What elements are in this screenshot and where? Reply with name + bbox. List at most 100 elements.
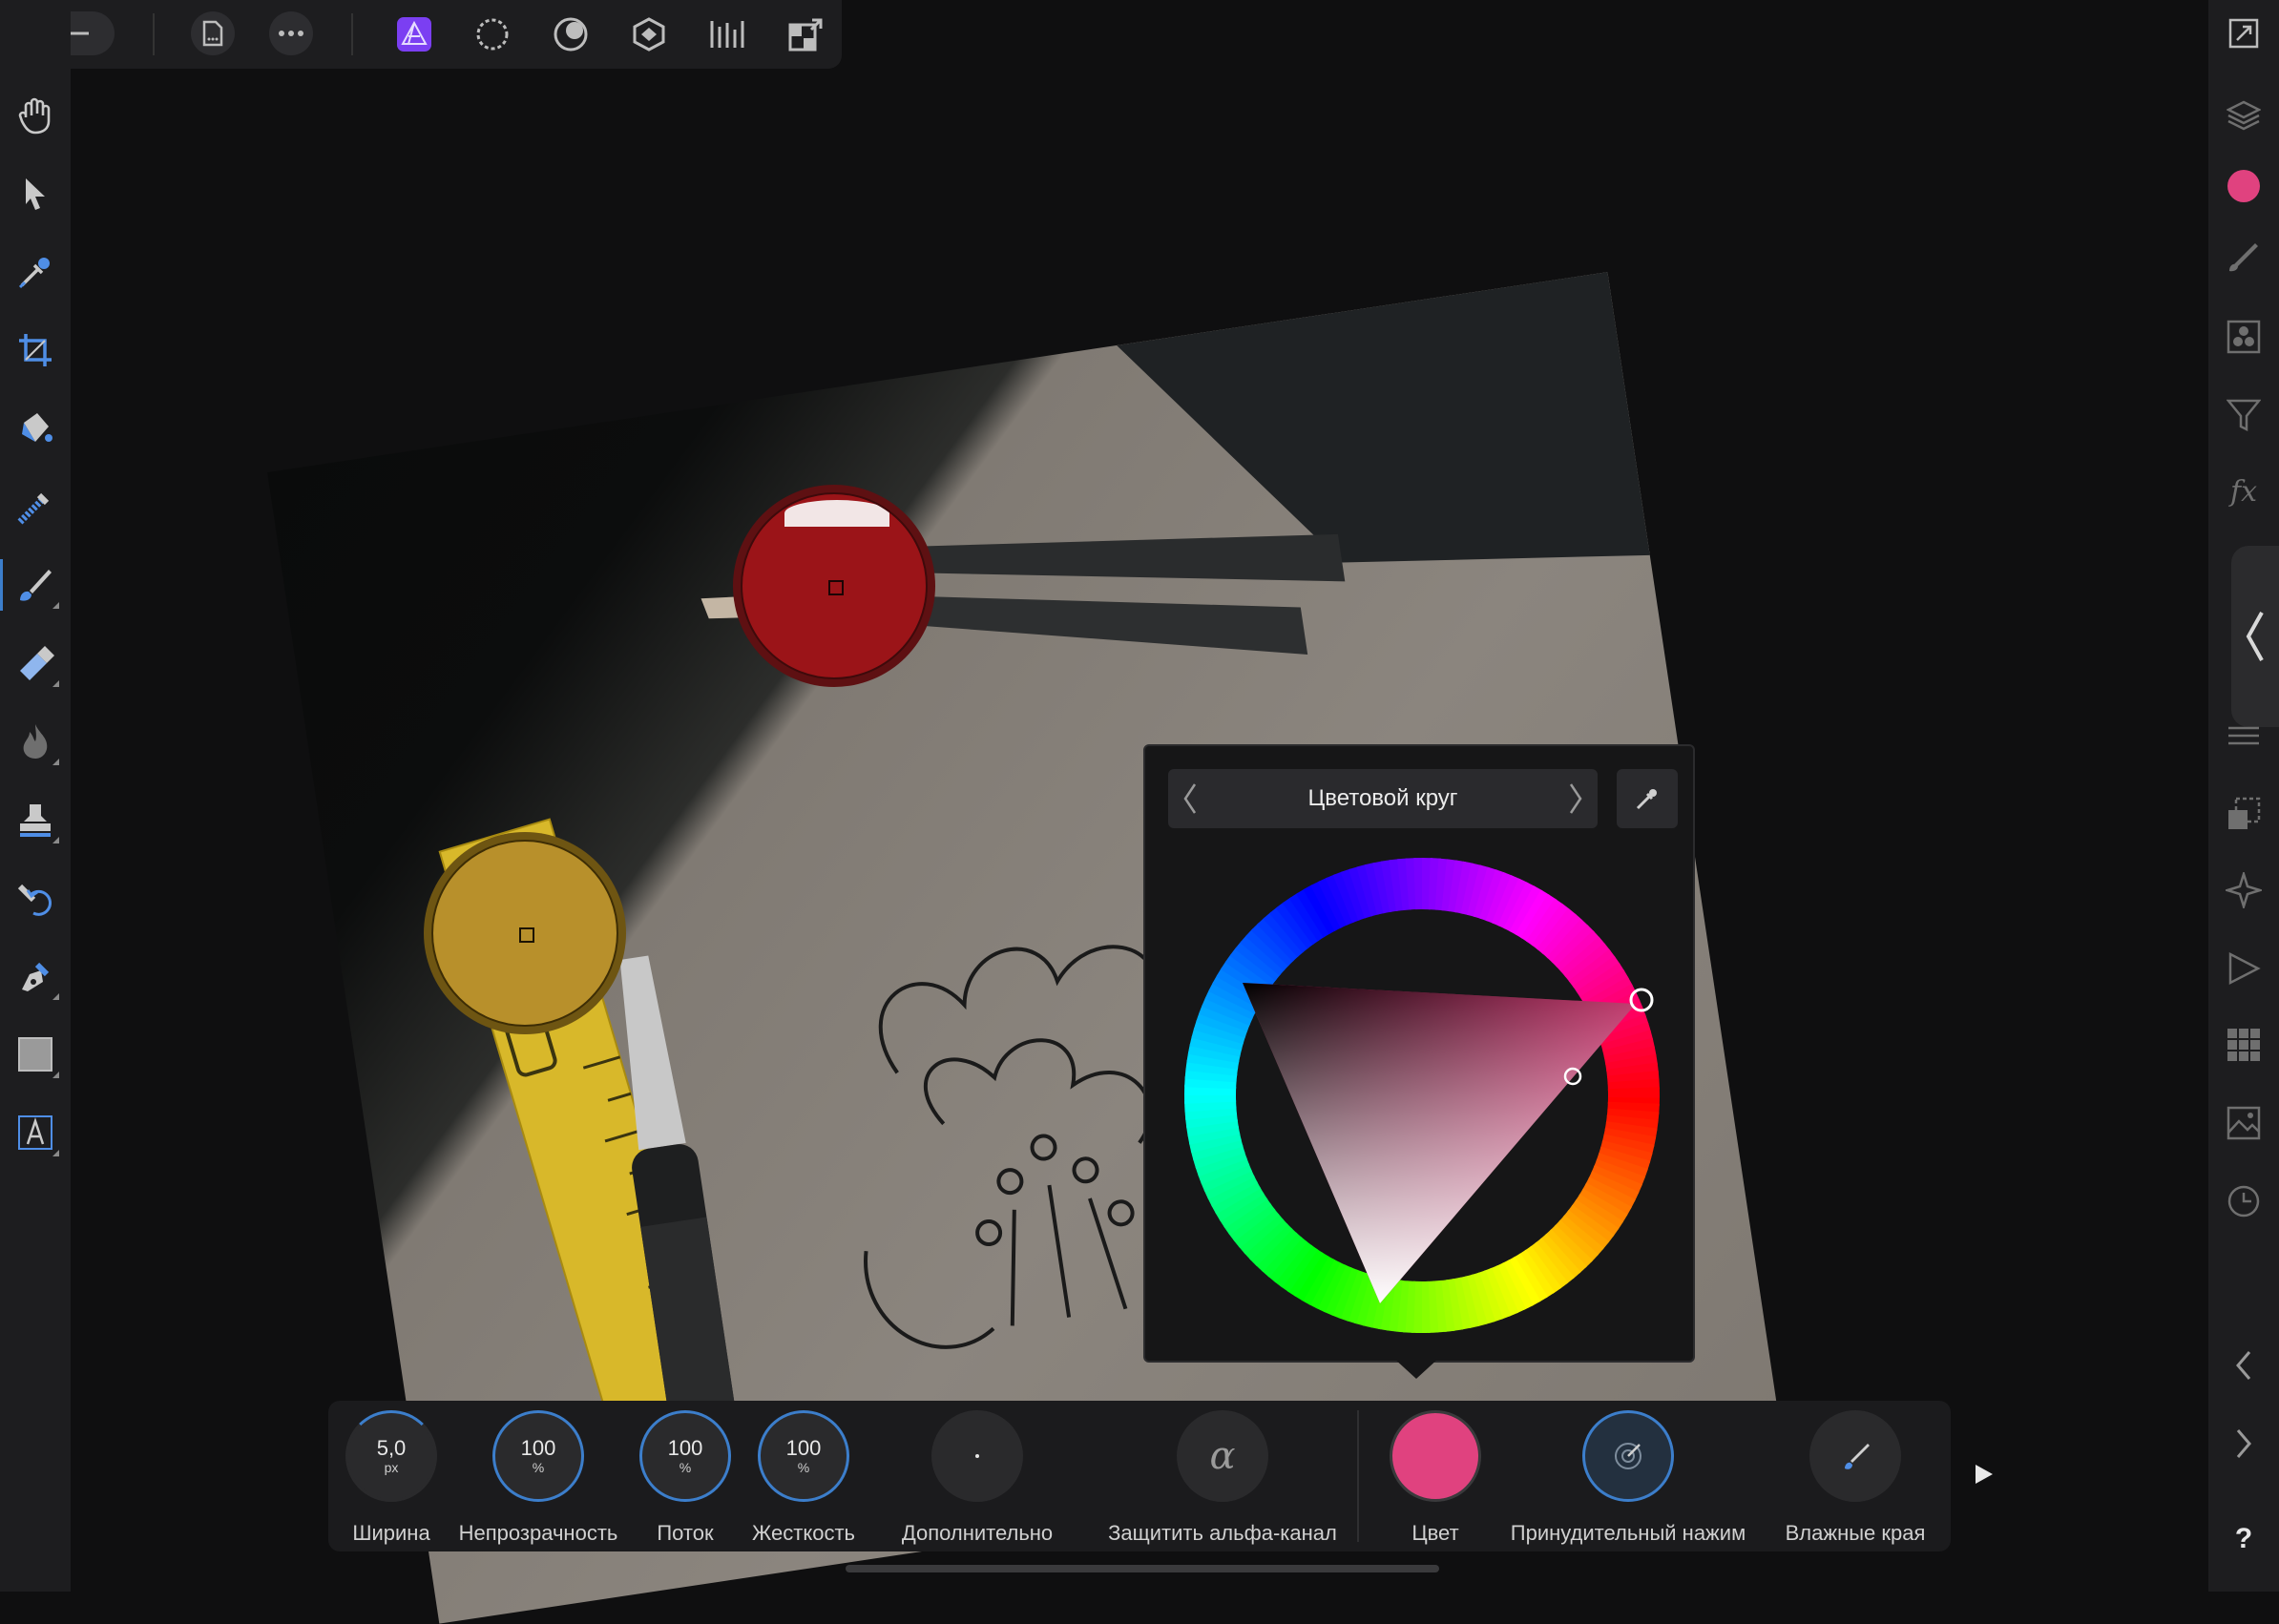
more-tools-indicator bbox=[52, 1072, 59, 1078]
opacity-value: 100 bbox=[520, 1436, 556, 1460]
document-button[interactable] bbox=[191, 11, 235, 55]
wet-edges-label: Влажные края bbox=[1785, 1521, 1926, 1545]
yellow-color-loupe[interactable] bbox=[424, 832, 626, 1034]
rectangle-icon bbox=[18, 1037, 52, 1072]
opacity-dial[interactable]: 100 % bbox=[492, 1410, 584, 1502]
develop-persona-icon bbox=[554, 17, 588, 52]
adjustments-studio-button[interactable] bbox=[2218, 389, 2269, 441]
hand-icon bbox=[18, 97, 51, 135]
fx-icon: fx bbox=[2229, 474, 2258, 509]
help-button[interactable]: ? bbox=[2218, 1513, 2269, 1565]
selection-brush-tool[interactable] bbox=[10, 481, 61, 532]
protect-alpha-toggle[interactable]: α bbox=[1177, 1410, 1268, 1502]
red-color-loupe[interactable] bbox=[733, 485, 935, 687]
top-toolbar bbox=[0, 0, 842, 69]
more-options-control[interactable]: Дополнительно bbox=[893, 1401, 1061, 1551]
force-pressure-toggle[interactable] bbox=[1582, 1410, 1674, 1502]
transform-button[interactable] bbox=[784, 13, 826, 55]
width-control[interactable]: 5,0 px Ширина bbox=[338, 1401, 445, 1551]
width-label: Ширина bbox=[352, 1521, 430, 1545]
transform-icon bbox=[788, 18, 823, 52]
swatches-studio-button[interactable] bbox=[2218, 1019, 2269, 1071]
width-dial[interactable]: 5,0 px bbox=[345, 1410, 437, 1502]
studio-collapse-tab[interactable] bbox=[2231, 546, 2279, 727]
more-button[interactable] bbox=[269, 11, 313, 55]
color-picker-tool[interactable] bbox=[10, 246, 61, 298]
previous-mode-button[interactable] bbox=[1176, 779, 1204, 819]
macros-studio-button[interactable] bbox=[2218, 943, 2269, 994]
crop-tool[interactable] bbox=[10, 324, 61, 376]
scroll-right-button[interactable] bbox=[2218, 1418, 2269, 1469]
current-color-dot bbox=[2227, 170, 2260, 202]
wet-edges-toggle[interactable] bbox=[1809, 1410, 1901, 1502]
active-tool-indicator bbox=[0, 559, 3, 611]
clone-tool[interactable] bbox=[10, 794, 61, 845]
more-tools-indicator bbox=[52, 837, 59, 843]
export-persona-button[interactable] bbox=[706, 13, 748, 55]
color-mode-selector[interactable]: Цветовой круг bbox=[1168, 769, 1598, 828]
color-control[interactable]: Цвет bbox=[1369, 1401, 1502, 1551]
pen-tool[interactable] bbox=[10, 950, 61, 1002]
photo-persona-button[interactable] bbox=[393, 13, 435, 55]
develop-persona-button[interactable] bbox=[550, 13, 592, 55]
view-tool[interactable] bbox=[10, 90, 61, 141]
scroll-left-button[interactable] bbox=[2218, 1340, 2269, 1391]
paintbrush-icon bbox=[20, 570, 52, 601]
flow-control[interactable]: 100 % Поток bbox=[636, 1401, 735, 1551]
flood-fill-tool[interactable] bbox=[10, 403, 61, 454]
more-options-button[interactable] bbox=[931, 1410, 1023, 1502]
layers-studio-button[interactable] bbox=[2218, 90, 2269, 141]
tools-panel bbox=[0, 0, 71, 1592]
wet-edges-control[interactable]: Влажные края bbox=[1769, 1401, 1941, 1551]
undo-brush-tool[interactable] bbox=[10, 872, 61, 924]
context-toolbar-expand-button[interactable] bbox=[1968, 1458, 2000, 1490]
play-icon bbox=[1976, 1465, 1993, 1484]
channels-studio-button[interactable] bbox=[2218, 311, 2269, 363]
flame-icon bbox=[23, 724, 48, 759]
opacity-control[interactable]: 100 % Непрозрачность bbox=[452, 1401, 624, 1551]
color-wheel[interactable] bbox=[1174, 847, 1670, 1343]
color-panel-popover: Цветовой круг bbox=[1143, 744, 1695, 1363]
liquify-persona-button[interactable] bbox=[471, 13, 513, 55]
next-mode-button[interactable] bbox=[1561, 779, 1590, 819]
force-pressure-control[interactable]: Принудительный нажим bbox=[1493, 1401, 1764, 1551]
navigator-compass-button[interactable] bbox=[2218, 864, 2269, 916]
loupe-center-marker bbox=[828, 580, 844, 595]
hardness-dial[interactable]: 100 % bbox=[758, 1410, 849, 1502]
context-toolbar: 5,0 px Ширина 100 % Непрозрачность 100 %… bbox=[328, 1401, 1951, 1551]
color-swatch-button[interactable] bbox=[1390, 1410, 1481, 1502]
flow-dial[interactable]: 100 % bbox=[639, 1410, 731, 1502]
burn-tool[interactable] bbox=[10, 716, 61, 767]
hardness-value: 100 bbox=[785, 1436, 822, 1460]
tone-mapping-persona-button[interactable] bbox=[628, 13, 670, 55]
color-studio-button[interactable] bbox=[2218, 160, 2269, 212]
hardness-control[interactable]: 100 % Жесткость bbox=[744, 1401, 863, 1551]
width-value: 5,0 bbox=[376, 1436, 407, 1460]
navigator-studio-button[interactable] bbox=[2218, 710, 2269, 761]
brushes-studio-button[interactable] bbox=[2218, 231, 2269, 282]
fit-screen-icon bbox=[2228, 18, 2259, 49]
transform-studio-button[interactable] bbox=[2218, 788, 2269, 840]
canvas-fit-button[interactable] bbox=[2218, 8, 2269, 59]
history-studio-button[interactable] bbox=[2218, 1176, 2269, 1227]
paint-brush-tool[interactable] bbox=[0, 559, 61, 611]
stock-studio-button[interactable] bbox=[2218, 1097, 2269, 1149]
opacity-unit: % bbox=[532, 1460, 545, 1475]
protect-alpha-control[interactable]: α Защитить альфа-канал bbox=[1092, 1401, 1353, 1551]
paint-bucket-icon bbox=[22, 413, 52, 442]
flow-label: Поток bbox=[657, 1521, 714, 1545]
channels-icon bbox=[2227, 320, 2261, 354]
color-picker-button[interactable] bbox=[1617, 769, 1678, 828]
toolbar-divider bbox=[351, 13, 353, 55]
image-icon bbox=[2227, 1106, 2261, 1140]
red-loupe-inner bbox=[741, 492, 928, 679]
text-tool[interactable] bbox=[10, 1107, 61, 1158]
effects-studio-button[interactable]: fx bbox=[2218, 466, 2269, 517]
more-options-label: Дополнительно bbox=[901, 1521, 1054, 1545]
move-tool[interactable] bbox=[10, 168, 61, 219]
toolbar-divider bbox=[153, 13, 155, 55]
erase-brush-tool[interactable] bbox=[10, 637, 61, 689]
wet-brush-icon bbox=[1845, 1444, 1870, 1469]
rectangle-tool[interactable] bbox=[10, 1029, 61, 1080]
eyedropper-icon bbox=[18, 258, 50, 289]
